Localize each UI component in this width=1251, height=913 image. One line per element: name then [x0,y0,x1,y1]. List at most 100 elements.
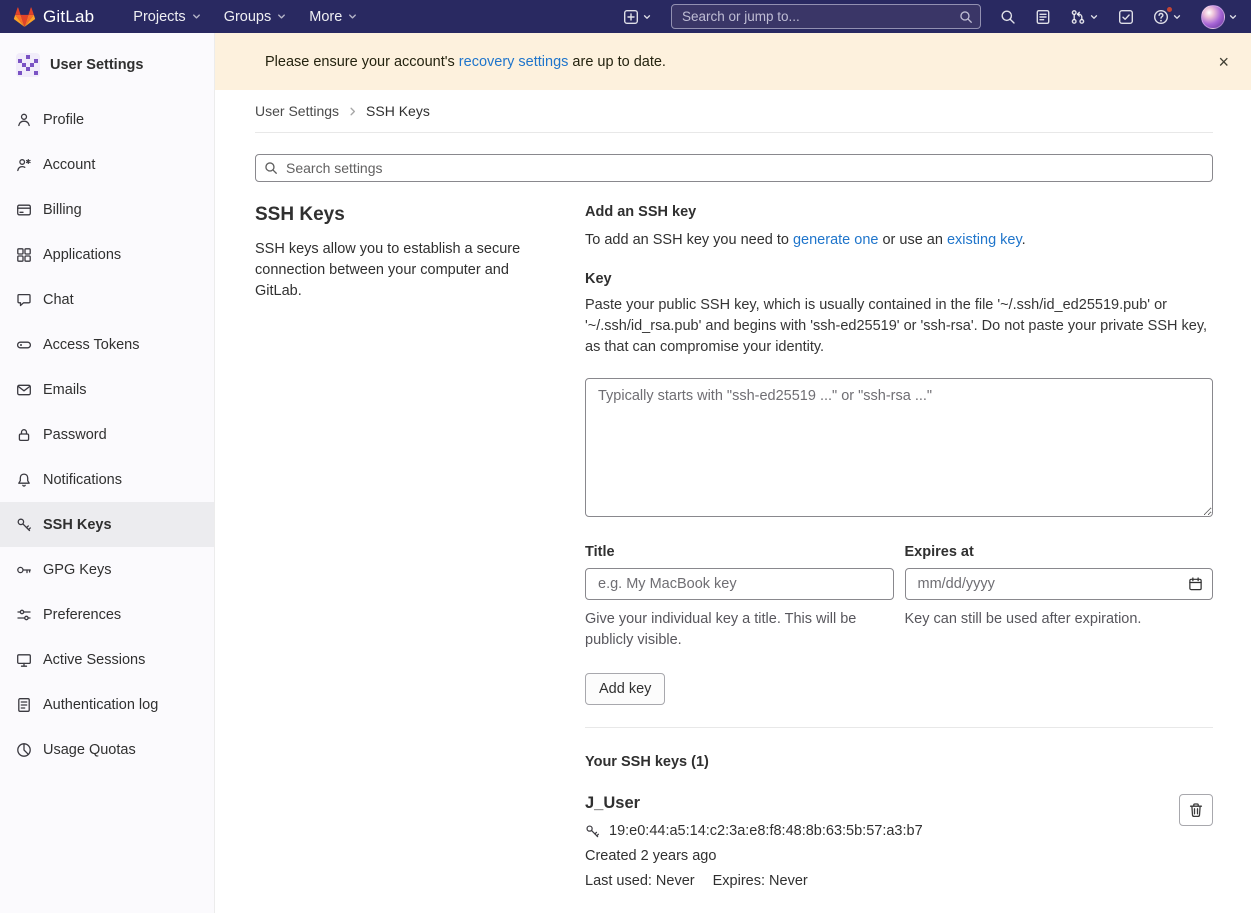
todos-button[interactable] [1118,9,1134,25]
sidebar-item-chat[interactable]: Chat [0,277,214,322]
nav-item-more[interactable]: More [298,0,369,33]
sidebar-item-emails[interactable]: Emails [0,367,214,412]
sidebar-item-usage-quotas[interactable]: Usage Quotas [0,727,214,772]
issues-button[interactable] [1035,9,1051,25]
key-title-input[interactable] [585,568,894,600]
add-key-button[interactable]: Add key [585,673,665,705]
alert-text-before: Please ensure your account's [265,54,459,70]
sidebar-item-password[interactable]: Password [0,412,214,457]
close-icon[interactable]: × [1210,53,1237,71]
access-tokens-icon [16,337,32,353]
top-navbar: GitLab Projects Groups More [0,0,1251,33]
key-fingerprint: 19:e0:44:a5:14:c2:3a:e8:f8:48:8b:63:5b:5… [609,823,923,839]
section-description: SSH keys allow you to establish a secure… [255,239,551,302]
expires-date-input [905,568,1214,600]
user-menu-button[interactable] [1201,5,1238,29]
sidebar-item-applications[interactable]: Applications [0,232,214,277]
sidebar-item-label: Preferences [43,607,121,623]
sidebar-item-label: SSH Keys [43,517,112,533]
chevron-down-icon [191,11,202,22]
key-created: Created 2 years ago [585,848,923,864]
key-label: Key [585,271,1213,287]
chevron-down-icon [276,11,287,22]
add-key-heading: Add an SSH key [585,204,1213,220]
breadcrumb: User Settings SSH Keys [255,90,1213,133]
recovery-settings-link[interactable]: recovery settings [459,54,569,70]
sidebar-header: User Settings [0,33,214,97]
sidebar-item-label: Account [43,157,95,173]
sidebar-item-account[interactable]: Account [0,142,214,187]
key-info: J_User 19:e0:44:a5:14:c2:3a:e8:f8:48:8b:… [585,794,923,889]
sidebar-item-access-tokens[interactable]: Access Tokens [0,322,214,367]
generate-one-link[interactable]: generate one [793,232,878,248]
merge-request-icon [1070,9,1086,25]
sidebar-item-notifications[interactable]: Notifications [0,457,214,502]
alert-text-after: are up to date. [568,54,666,70]
sidebar-item-label: Profile [43,112,84,128]
new-menu-button[interactable] [623,9,652,25]
key-name: J_User [585,794,923,813]
add-key-intro: To add an SSH key you need to generate o… [585,230,1213,251]
account-icon [16,157,32,173]
search-button[interactable] [1000,9,1016,25]
delete-key-button[interactable] [1179,794,1213,826]
breadcrumb-parent[interactable]: User Settings [255,103,339,119]
intro-text-after: . [1022,232,1026,248]
billing-icon [16,202,32,218]
alert-message: Please ensure your account's recovery se… [265,54,666,70]
sidebar-item-label: Chat [43,292,74,308]
section-intro: SSH Keys SSH keys allow you to establish… [255,204,585,889]
sidebar-item-gpg-keys[interactable]: GPG Keys [0,547,214,592]
sidebar-item-active-sessions[interactable]: Active Sessions [0,637,214,682]
sidebar-title: User Settings [50,57,143,73]
sidebar-item-profile[interactable]: Profile [0,97,214,142]
navbar-search-input[interactable] [671,4,981,29]
your-ssh-keys-heading: Your SSH keys (1) [585,754,1213,770]
sidebar-item-billing[interactable]: Billing [0,187,214,232]
sidebar-item-label: Usage Quotas [43,742,136,758]
sidebar-item-preferences[interactable]: Preferences [0,592,214,637]
expires-help-text: Key can still be used after expiration. [905,609,1214,630]
alert-banner: Please ensure your account's recovery se… [215,33,1251,90]
ssh-key-textarea[interactable] [585,378,1213,517]
merge-requests-button[interactable] [1070,9,1099,25]
sidebar-item-label: Notifications [43,472,122,488]
todos-icon [1118,9,1134,25]
password-icon [16,427,32,443]
sidebar-item-ssh-keys[interactable]: SSH Keys [0,502,214,547]
preferences-icon [16,607,32,623]
profile-icon [16,112,32,128]
navbar-menu: Projects Groups More [122,0,369,33]
existing-key-link[interactable]: existing key [947,232,1022,248]
usage-quotas-icon [16,742,32,758]
calendar-icon[interactable] [1188,577,1203,592]
nav-more-label: More [309,9,342,25]
ssh-key-entry: J_User 19:e0:44:a5:14:c2:3a:e8:f8:48:8b:… [585,794,1213,889]
expires-group: Expires at Key can still be used after e… [905,544,1214,651]
chevron-down-icon [347,11,358,22]
chat-icon [16,292,32,308]
expires-label: Expires at [905,544,1214,560]
sidebar-item-label: Applications [43,247,121,263]
navbar-right [623,4,1238,29]
help-button[interactable] [1153,9,1182,25]
settings-search-input[interactable] [255,154,1213,182]
breadcrumb-current: SSH Keys [366,103,430,119]
notifications-icon [16,472,32,488]
nav-item-groups[interactable]: Groups [213,0,299,33]
chevron-down-icon [642,12,652,22]
key-help-text: Paste your public SSH key, which is usua… [585,295,1213,358]
key-last-used: Last used: Never [585,873,695,889]
intro-text-before: To add an SSH key you need to [585,232,793,248]
chevron-right-icon [347,106,358,117]
sidebar-item-authentication-log[interactable]: Authentication log [0,682,214,727]
nav-item-projects[interactable]: Projects [122,0,212,33]
active-sessions-icon [16,652,32,668]
title-group: Title Give your individual key a title. … [585,544,894,651]
expires-date-field[interactable] [905,568,1214,600]
gitlab-logo[interactable]: GitLab [13,6,94,28]
settings-search [255,154,1213,182]
authentication-log-icon [16,697,32,713]
key-meta: Last used: Never Expires: Never [585,873,923,889]
brand-name: GitLab [43,7,94,27]
